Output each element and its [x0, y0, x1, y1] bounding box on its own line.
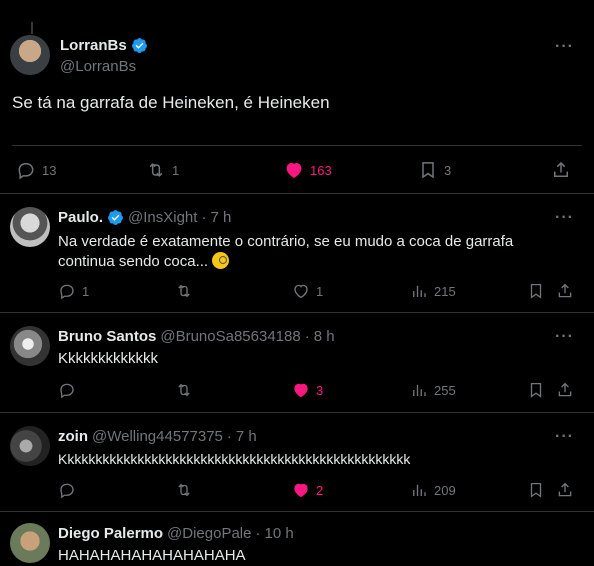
share-icon [554, 161, 568, 177]
author-name[interactable]: LorranBs [60, 37, 127, 54]
share-icon [558, 382, 572, 397]
reply-tweet[interactable]: Bruno Santos @BrunoSa85634188 · 8 h ··· … [0, 313, 594, 413]
bookmark-count: 3 [444, 162, 452, 178]
tweet-text: Kkkkkkkkkkkkkkkkkkkkkkkkkkkkkkkkkkkkkkkk… [58, 451, 411, 467]
reply-tweet[interactable]: Diego Palermo @DiegoPale · 10 h HAHAHAHA… [0, 512, 594, 564]
more-options-icon[interactable]: ··· [555, 38, 574, 56]
reply-count: 13 [42, 162, 57, 178]
share-button[interactable] [556, 282, 574, 300]
view-count: 209 [434, 482, 456, 498]
like-count: 2 [316, 482, 324, 498]
bookmark-icon [422, 162, 434, 179]
bookmark-button[interactable] [527, 282, 545, 300]
share-button[interactable] [551, 160, 571, 180]
retweet-icon [178, 284, 190, 298]
more-options-icon[interactable]: ··· [555, 209, 574, 227]
reply-tweet[interactable]: zoin @Welling44577375 · 7 h ··· Kkkkkkkk… [0, 413, 594, 512]
heart-icon [294, 284, 308, 299]
view-count: 255 [434, 382, 456, 398]
timestamp[interactable]: 8 h [314, 328, 335, 345]
reply-button[interactable]: 13 [16, 160, 56, 180]
share-icon [558, 283, 572, 298]
avatar[interactable] [10, 35, 50, 75]
retweet-button[interactable] [175, 282, 193, 300]
bookmark-icon [530, 283, 542, 299]
author-handle[interactable]: @Welling44577375 [92, 428, 223, 445]
like-count: 163 [310, 162, 332, 178]
avatar[interactable] [10, 523, 50, 563]
reply-count: 1 [82, 283, 90, 299]
like-button[interactable]: 1 [292, 282, 323, 300]
author-name[interactable]: Paulo. [58, 209, 103, 226]
analytics-icon [413, 285, 426, 297]
author-handle[interactable]: @InsXight [128, 209, 197, 226]
reply-button[interactable] [58, 381, 76, 399]
share-icon [558, 482, 572, 497]
timestamp[interactable]: 7 h [236, 428, 257, 445]
author-name[interactable]: zoin [58, 428, 88, 445]
reply-icon [60, 383, 74, 399]
author-handle[interactable]: @DiegoPale [167, 525, 251, 542]
like-count: 1 [316, 283, 324, 299]
avatar[interactable] [10, 426, 50, 466]
retweet-icon [178, 483, 190, 497]
like-button[interactable]: 2 [292, 481, 323, 499]
tweet-text: Se tá na garrafa de Heineken, é Heineken [12, 93, 330, 112]
verified-badge-icon [108, 210, 123, 225]
timestamp[interactable]: 7 h [210, 209, 231, 226]
verified-badge-icon [131, 38, 147, 53]
analytics-icon [413, 384, 426, 396]
views-button[interactable]: 255 [410, 381, 456, 399]
timestamp[interactable]: 10 h [264, 525, 293, 542]
bookmark-icon [530, 382, 542, 398]
like-button[interactable]: 163 [284, 160, 332, 180]
retweet-icon [149, 163, 163, 177]
view-count: 215 [434, 283, 456, 299]
retweet-button[interactable] [175, 381, 193, 399]
share-button[interactable] [556, 381, 574, 399]
tweet-text: Kkkkkkkkkkkkk [58, 350, 159, 367]
main-tweet: LorranBs @LorranBs ··· Se tá na garrafa … [0, 0, 594, 194]
reply-icon [18, 163, 34, 180]
like-count: 3 [316, 382, 324, 398]
retweet-icon [178, 383, 190, 397]
heart-icon [286, 162, 302, 178]
retweet-button[interactable] [175, 481, 193, 499]
divider [12, 145, 582, 146]
author-handle[interactable]: @LorranBs [60, 58, 136, 75]
bookmark-button[interactable] [527, 481, 545, 499]
views-button[interactable]: 209 [410, 481, 456, 499]
reply-button[interactable] [58, 481, 76, 499]
avatar[interactable] [10, 207, 50, 247]
reply-tweet[interactable]: Paulo. @InsXight · 7 h ··· Na verdade é … [0, 194, 594, 313]
retweet-count: 1 [172, 162, 180, 178]
more-options-icon[interactable]: ··· [555, 328, 574, 346]
monocle-emoji-icon [212, 252, 230, 269]
reply-icon [60, 284, 74, 300]
reply-button[interactable]: 1 [58, 282, 89, 300]
views-button[interactable]: 215 [410, 282, 456, 300]
tweet-text: HAHAHAHAHAHAHAHAHA [58, 547, 246, 564]
reply-icon [60, 483, 74, 499]
author-handle[interactable]: @BrunoSa85634188 [160, 328, 300, 345]
author-name[interactable]: Bruno Santos [58, 328, 156, 345]
bookmark-icon [530, 482, 542, 498]
avatar[interactable] [10, 326, 50, 366]
like-button[interactable]: 3 [292, 381, 323, 399]
analytics-icon [413, 484, 426, 496]
share-button[interactable] [556, 481, 574, 499]
more-options-icon[interactable]: ··· [555, 428, 574, 446]
bookmark-button[interactable]: 3 [418, 160, 451, 180]
retweet-button[interactable]: 1 [146, 160, 179, 180]
bookmark-button[interactable] [527, 381, 545, 399]
heart-icon [294, 483, 308, 498]
tweet-text: Na verdade é exatamente o contrário, se … [58, 233, 514, 270]
heart-icon [294, 383, 308, 398]
author-name[interactable]: Diego Palermo [58, 525, 163, 542]
